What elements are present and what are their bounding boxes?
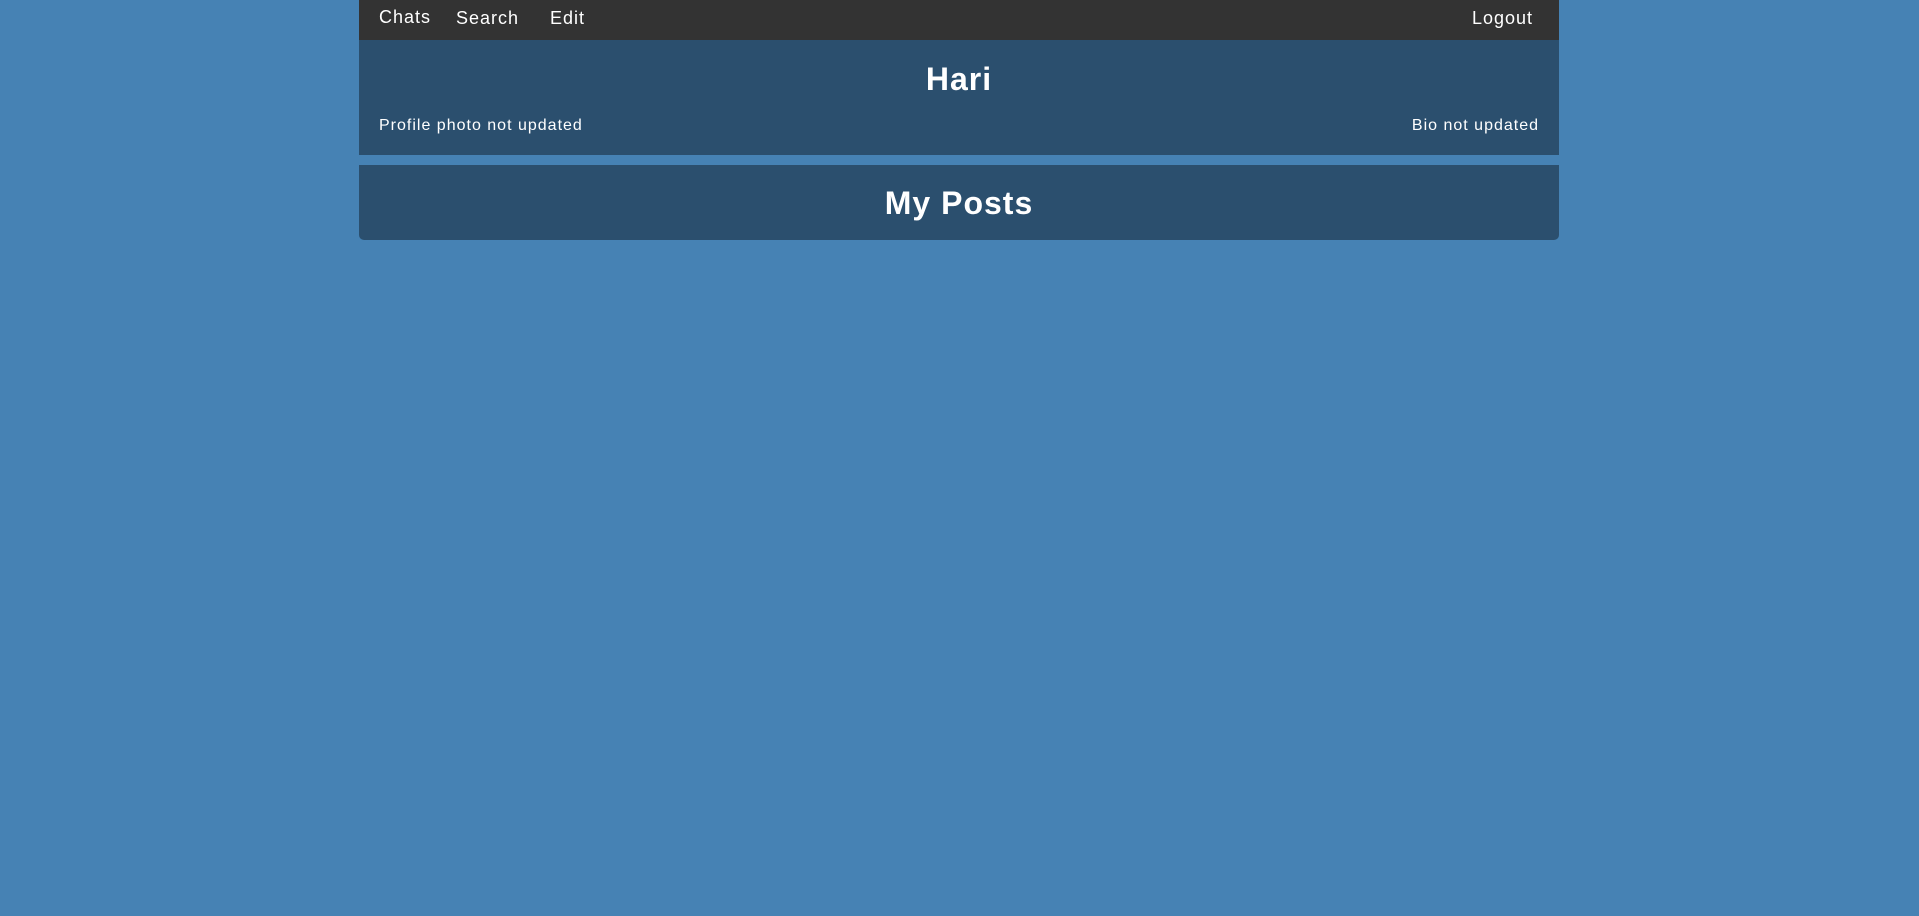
nav-logout-link[interactable]: Logout <box>1472 8 1533 29</box>
nav-chats-link[interactable]: Chats <box>379 7 431 28</box>
posts-title: My Posts <box>884 185 1034 221</box>
nav-search-link[interactable]: Search <box>456 8 519 29</box>
main-container: Chats Search Edit Logout Hari Profile ph… <box>359 0 1559 240</box>
nav-edit-link[interactable]: Edit <box>550 8 585 29</box>
profile-header: Hari Profile photo not updated Bio not u… <box>359 40 1559 155</box>
profile-name: Hari <box>925 61 993 97</box>
profile-photo-status: Profile photo not updated <box>379 117 583 134</box>
page: { "nav": { "chats": "Chats", "search": "… <box>0 0 1919 916</box>
navbar: Chats Search Edit Logout <box>359 0 1559 40</box>
posts-section: My Posts <box>359 165 1559 240</box>
profile-bio-status: Bio not updated <box>1411 117 1539 134</box>
